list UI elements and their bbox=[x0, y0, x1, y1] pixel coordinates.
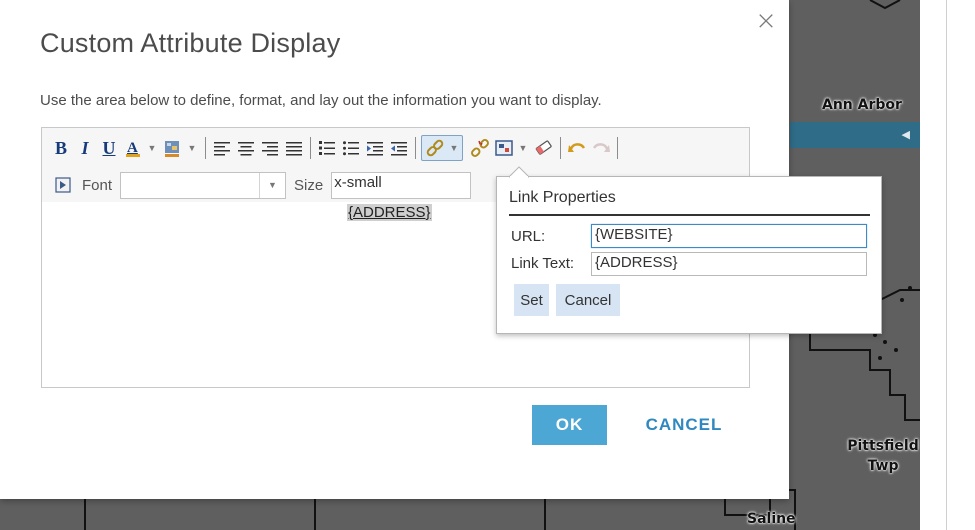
toolbar-row-format: B I U A ▼ ▼ ▼ ▼ bbox=[50, 135, 623, 161]
right-panel bbox=[920, 0, 975, 530]
toolbar-separator bbox=[415, 137, 416, 159]
link-properties-divider bbox=[509, 214, 870, 216]
insert-image-icon[interactable] bbox=[493, 136, 515, 160]
svg-text:A: A bbox=[127, 140, 138, 156]
underline-button[interactable]: U bbox=[98, 136, 120, 160]
dialog-description: Use the area below to define, format, an… bbox=[40, 92, 602, 109]
close-icon[interactable]: × bbox=[753, 8, 779, 34]
toolbar-separator bbox=[560, 137, 561, 159]
font-color-dropdown-icon[interactable]: ▼ bbox=[146, 136, 158, 160]
align-right-icon[interactable] bbox=[259, 136, 281, 160]
set-button[interactable]: Set bbox=[514, 284, 549, 316]
cancel-button[interactable]: CANCEL bbox=[634, 405, 734, 445]
align-left-icon[interactable] bbox=[211, 136, 233, 160]
undo-icon[interactable] bbox=[566, 136, 588, 160]
unlink-icon[interactable] bbox=[469, 136, 491, 160]
map-panel-bar[interactable]: ◀ bbox=[790, 122, 920, 148]
toolbar-separator bbox=[617, 137, 618, 159]
size-select-value: x-small bbox=[334, 173, 382, 191]
toolbar-row-font: Font ▼ Size x-small bbox=[52, 171, 472, 199]
insert-link-group[interactable]: ▼ bbox=[421, 135, 463, 161]
map-label-pittsfield-line2: Twp bbox=[867, 458, 899, 474]
ok-button[interactable]: OK bbox=[532, 405, 607, 445]
highlight-color-dropdown-icon[interactable]: ▼ bbox=[186, 136, 198, 160]
font-label: Font bbox=[82, 176, 113, 194]
url-input[interactable]: {WEBSITE} bbox=[591, 224, 867, 248]
map-label-saline: Saline bbox=[747, 511, 796, 527]
bulleted-list-icon[interactable] bbox=[340, 136, 362, 160]
highlight-color-icon[interactable] bbox=[162, 136, 184, 160]
font-color-icon[interactable]: A bbox=[122, 136, 144, 160]
bold-button[interactable]: B bbox=[50, 136, 72, 160]
collapse-arrow-icon[interactable]: ◀ bbox=[902, 128, 910, 141]
align-center-icon[interactable] bbox=[235, 136, 257, 160]
link-cancel-button[interactable]: Cancel bbox=[556, 284, 620, 316]
eraser-icon[interactable] bbox=[533, 136, 555, 160]
popup-pointer bbox=[509, 166, 529, 178]
insert-link-icon[interactable] bbox=[424, 136, 446, 160]
insert-link-dropdown-icon[interactable]: ▼ bbox=[448, 136, 460, 160]
align-justify-icon[interactable] bbox=[283, 136, 305, 160]
toolbar-separator bbox=[205, 137, 206, 159]
font-select[interactable]: ▼ bbox=[120, 171, 287, 199]
link-properties-popup: Link Properties URL: {WEBSITE} Link Text… bbox=[496, 176, 882, 334]
redo-icon[interactable] bbox=[590, 136, 612, 160]
dialog-title: Custom Attribute Display bbox=[40, 28, 341, 58]
outdent-icon[interactable] bbox=[388, 136, 410, 160]
insert-image-dropdown-icon[interactable]: ▼ bbox=[517, 136, 529, 160]
map-label-pittsfield: Pittsfield Twp bbox=[846, 436, 920, 476]
chevron-down-icon[interactable]: ▼ bbox=[259, 172, 285, 198]
size-select[interactable]: x-small bbox=[331, 171, 472, 199]
map-label-pittsfield-line1: Pittsfield bbox=[847, 438, 919, 454]
link-properties-title: Link Properties bbox=[509, 189, 616, 206]
url-label: URL: bbox=[511, 228, 546, 245]
map-label-ann-arbor: Ann Arbor bbox=[822, 97, 902, 113]
link-text-input[interactable]: {ADDRESS} bbox=[591, 252, 867, 276]
italic-button[interactable]: I bbox=[74, 136, 96, 160]
numbered-list-icon[interactable] bbox=[316, 136, 338, 160]
editor-link-text[interactable]: {ADDRESS} bbox=[347, 204, 432, 221]
toolbar-separator bbox=[310, 137, 311, 159]
insert-field-icon[interactable] bbox=[52, 173, 74, 197]
size-label: Size bbox=[294, 176, 324, 194]
right-panel-divider bbox=[946, 0, 947, 530]
indent-icon[interactable] bbox=[364, 136, 386, 160]
link-text-label: Link Text: bbox=[511, 255, 575, 272]
